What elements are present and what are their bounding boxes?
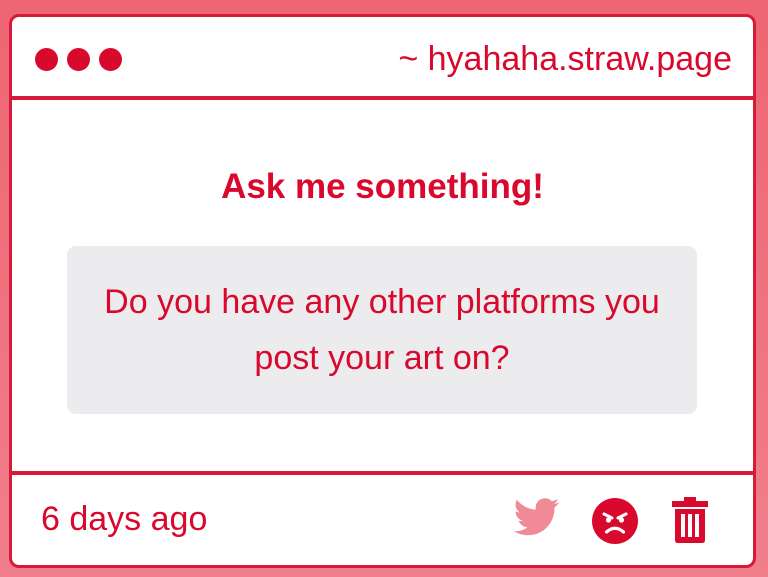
question-box: Do you have any other platforms you post… [67,246,697,414]
window-dots [35,48,122,71]
site-url[interactable]: ~ hyahaha.straw.page [398,39,732,79]
card-footer: 6 days ago [12,471,753,565]
angry-face-icon [592,498,638,544]
page-title: Ask me something! [221,167,544,206]
question-content: Ask me something! Do you have any other … [12,100,753,471]
delete-button[interactable] [670,497,710,543]
window-dot-3 [99,48,122,71]
trash-icon [672,497,708,543]
window-dot-1 [35,48,58,71]
window-titlebar: ~ hyahaha.straw.page [12,17,753,100]
twitter-icon [514,498,560,536]
question-text: Do you have any other platforms you post… [104,283,660,377]
timestamp: 6 days ago [41,500,208,538]
question-card: ~ hyahaha.straw.page Ask me something! D… [9,14,756,568]
window-dot-2 [67,48,90,71]
report-button[interactable] [591,497,639,545]
share-twitter-button[interactable] [514,497,560,537]
